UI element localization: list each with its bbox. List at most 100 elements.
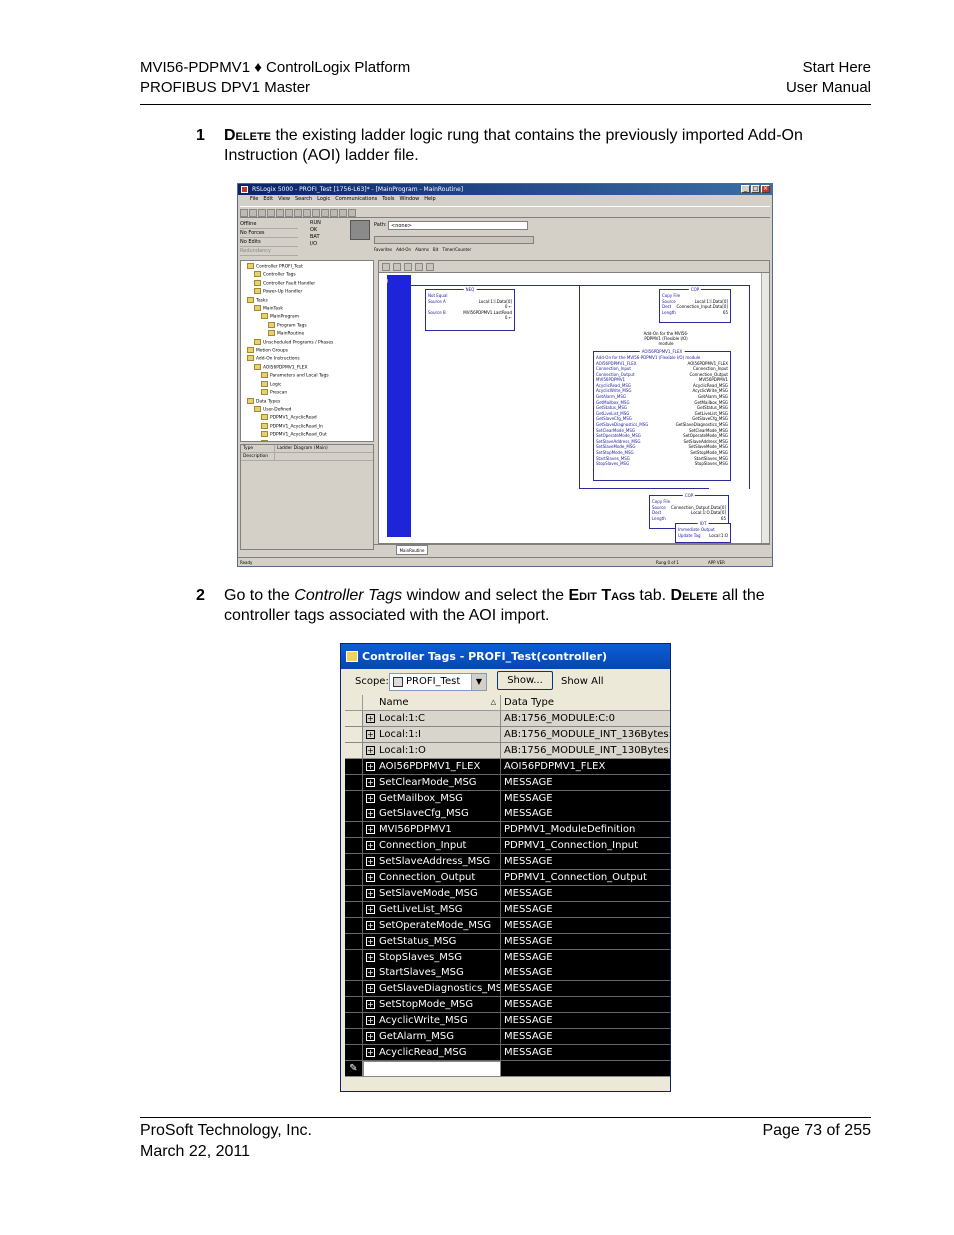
iot-instruction[interactable]: IOT Immediate Output Update Tag Local:1:O — [675, 521, 731, 543]
expand-icon[interactable]: + — [366, 729, 375, 739]
tag-data-type[interactable]: PDPMV1_ModuleDefinition — [501, 822, 670, 839]
neq-instruction[interactable]: NEQ Not Equal Source A Local:1:I.Data[0] 0 ←… — [425, 287, 515, 331]
menu-item[interactable]: File — [250, 196, 258, 202]
organizer-item[interactable]: User-Defined — [247, 406, 373, 414]
tab-mainroutine[interactable]: MainRoutine — [396, 545, 428, 555]
organizer-item[interactable]: Controller Tags — [247, 271, 373, 279]
open-icon[interactable] — [249, 209, 257, 217]
expand-icon[interactable]: + — [366, 968, 375, 978]
organizer-item[interactable]: Prescan — [247, 389, 373, 397]
column-header-data-type[interactable]: Data Type — [501, 695, 670, 711]
row-selector[interactable] — [345, 965, 363, 982]
menu-item[interactable]: View — [278, 196, 290, 202]
row-selector[interactable] — [345, 981, 363, 998]
expand-icon[interactable]: + — [366, 777, 375, 787]
table-row[interactable]: + AcyclicWrite_MSG MESSAGE — [345, 1013, 670, 1030]
tag-data-type[interactable]: AOI56PDPMV1_FLEX — [501, 759, 670, 775]
tag-name-cell[interactable]: + SetClearMode_MSG — [363, 774, 501, 791]
expand-icon[interactable]: + — [366, 984, 375, 994]
column-header-name[interactable]: Name △ — [363, 695, 501, 711]
row-selector[interactable] — [345, 885, 363, 902]
menu-item[interactable]: Window — [400, 196, 420, 202]
instruction-tab[interactable]: Timer/Counter — [442, 247, 471, 252]
tag-data-type[interactable]: MESSAGE — [501, 791, 670, 807]
tag-data-type[interactable]: MESSAGE — [501, 1045, 670, 1061]
expand-icon[interactable]: + — [366, 1032, 375, 1041]
tag-data-type[interactable]: AB:1756_MODULE:C:0 — [501, 711, 670, 727]
table-row[interactable]: + Local:1:C AB:1756_MODULE:C:0 — [345, 711, 670, 727]
table-row[interactable]: + GetMailbox_MSG MESSAGE — [345, 790, 670, 807]
close-icon[interactable]: × — [761, 185, 770, 193]
rung-selection-rail[interactable] — [387, 275, 411, 537]
tag-name-cell[interactable]: + SetOperateMode_MSG — [363, 917, 501, 934]
instruction-tab[interactable]: Alarms — [415, 247, 429, 252]
table-row[interactable]: + SetOperateMode_MSG MESSAGE — [345, 917, 670, 934]
show-button[interactable]: Show... — [497, 671, 553, 690]
organizer-item[interactable]: Parameters and Local Tags — [247, 372, 373, 380]
row-selector[interactable] — [345, 790, 363, 807]
tag-name-cell[interactable]: + SetSlaveAddress_MSG — [363, 854, 501, 871]
row-selector[interactable] — [345, 822, 363, 839]
row-selector[interactable] — [345, 711, 363, 727]
table-row[interactable]: + Connection_Output PDPMV1_Connection_Outp… — [345, 870, 670, 886]
table-row[interactable]: + SetSlaveAddress_MSG MESSAGE — [345, 854, 670, 871]
table-row[interactable]: + GetSlaveDiagnostics_MSG MESSAGE — [345, 981, 670, 998]
organizer-item[interactable]: MainRoutine — [247, 330, 373, 338]
paste-icon[interactable] — [294, 209, 302, 217]
tool-icon[interactable] — [415, 263, 423, 271]
row-selector[interactable] — [345, 901, 363, 918]
print-icon[interactable] — [267, 209, 275, 217]
row-selector[interactable] — [345, 1044, 363, 1061]
tag-data-type[interactable]: MESSAGE — [501, 1013, 670, 1030]
expand-icon[interactable]: + — [366, 936, 375, 946]
tag-name-cell[interactable]: + AcyclicRead_MSG — [363, 1044, 501, 1061]
organizer-item[interactable]: Data Types — [247, 398, 373, 406]
organizer-item[interactable]: PDPMV1_AcyclicWrite — [247, 440, 373, 441]
tag-data-type[interactable]: AB:1756_MODULE_INT_130Bytes:O:0 — [501, 743, 670, 759]
chevron-down-icon[interactable]: ▼ — [471, 674, 486, 690]
tag-data-type[interactable]: MESSAGE — [501, 902, 670, 918]
tag-data-type[interactable]: MESSAGE — [501, 918, 670, 934]
zoom-out-icon[interactable] — [348, 209, 356, 217]
table-row[interactable]: + Local:1:O AB:1756_MODULE_INT_130Bytes:O:… — [345, 742, 670, 759]
row-selector[interactable] — [345, 949, 363, 966]
row-selector[interactable] — [345, 870, 363, 886]
expand-icon[interactable]: + — [366, 904, 375, 914]
save-icon[interactable] — [258, 209, 266, 217]
organizer-item[interactable]: Tasks — [247, 297, 373, 305]
tag-name-cell[interactable]: + GetAlarm_MSG — [363, 1029, 501, 1045]
table-row[interactable]: + AOI56PDPMV1_FLEX AOI56PDPMV1_FLEX — [345, 758, 670, 775]
tag-name-cell[interactable]: + Local:1:I — [363, 726, 501, 743]
organizer-item[interactable]: Logic — [247, 381, 373, 389]
cop-instruction[interactable]: COP Copy File Source Local:1:I.Data[0] Dest C… — [659, 287, 731, 323]
controller-organizer[interactable]: Controller PROFI_Test Controller Tags Cont… — [240, 260, 374, 442]
table-row[interactable]: + Local:1:I AB:1756_MODULE_INT_136Bytes:I:… — [345, 726, 670, 743]
table-row[interactable]: + SetSlaveMode_MSG MESSAGE — [345, 885, 670, 902]
tag-data-type[interactable]: MESSAGE — [501, 775, 670, 791]
tag-name-cell[interactable]: + Connection_Output — [363, 870, 501, 886]
organizer-item[interactable]: AOI56PDPMV1_FLEX — [247, 364, 373, 372]
table-row[interactable]: + AcyclicRead_MSG MESSAGE — [345, 1044, 670, 1061]
expand-icon[interactable]: + — [366, 809, 375, 819]
menu-item[interactable]: Edit — [263, 196, 273, 202]
menu-item[interactable]: Logic — [317, 196, 330, 202]
ladder-scrollbar[interactable] — [761, 273, 769, 543]
tag-name-cell[interactable]: + GetLiveList_MSG — [363, 901, 501, 918]
tag-name-cell[interactable]: + StartSlaves_MSG — [363, 965, 501, 982]
expand-icon[interactable]: + — [366, 1000, 375, 1010]
tag-data-type[interactable]: PDPMV1_Connection_Output — [501, 870, 670, 886]
tag-data-type[interactable]: MESSAGE — [501, 806, 670, 823]
row-selector[interactable] — [345, 758, 363, 775]
tag-name-cell[interactable]: + GetSlaveDiagnostics_MSG — [363, 981, 501, 998]
table-row[interactable]: + GetLiveList_MSG MESSAGE — [345, 901, 670, 918]
expand-icon[interactable]: + — [366, 952, 375, 962]
expand-icon[interactable]: + — [366, 1016, 375, 1026]
tag-name-cell[interactable]: + MVI56PDPMV1 — [363, 822, 501, 839]
tag-data-type[interactable]: MESSAGE — [501, 1029, 670, 1045]
tool-icon[interactable] — [404, 263, 412, 271]
organizer-item[interactable]: PDPMV1_AcyclicRead — [247, 414, 373, 422]
organizer-item[interactable]: Add-On Instructions — [247, 355, 373, 363]
expand-icon[interactable]: + — [366, 714, 375, 723]
tag-data-type[interactable]: AB:1756_MODULE_INT_136Bytes:I:0 — [501, 727, 670, 743]
instruction-tab[interactable]: Favorites — [374, 247, 392, 252]
